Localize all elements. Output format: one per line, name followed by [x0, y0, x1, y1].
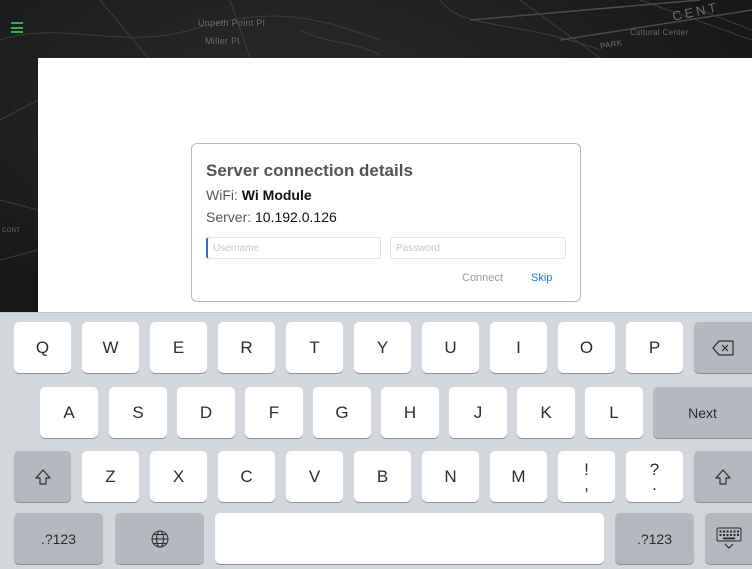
key-c[interactable]: C — [218, 451, 275, 502]
key-n[interactable]: N — [422, 451, 479, 502]
map-label: Unpeth Point Pl — [198, 18, 266, 28]
key-j[interactable]: J — [449, 387, 507, 438]
key-x[interactable]: X — [150, 451, 207, 502]
key-r[interactable]: R — [218, 322, 275, 373]
key-h[interactable]: H — [381, 387, 439, 438]
shift-key-right[interactable] — [694, 451, 752, 502]
globe-icon — [151, 530, 168, 547]
key-exclamation-comma[interactable]: ! , — [558, 451, 615, 502]
shift-key-left[interactable] — [14, 451, 71, 502]
wifi-value: Wi Module — [241, 187, 312, 203]
key-y[interactable]: Y — [354, 322, 411, 373]
numbers-key-right[interactable]: .?123 — [615, 513, 694, 564]
key-f[interactable]: F — [245, 387, 303, 438]
key-t[interactable]: T — [286, 322, 343, 373]
key-i[interactable]: I — [490, 322, 547, 373]
onscreen-keyboard: Q W E R T Y U I O P A S D F G H J K L Ne… — [0, 312, 752, 569]
key-e[interactable]: E — [150, 322, 207, 373]
connect-button[interactable]: Connect — [462, 272, 503, 284]
dismiss-keyboard-key[interactable] — [705, 513, 752, 564]
server-value: 10.192.0.126 — [255, 209, 337, 225]
key-p[interactable]: P — [626, 322, 683, 373]
key-a[interactable]: A — [40, 387, 98, 438]
key-m[interactable]: M — [490, 451, 547, 502]
key-d[interactable]: D — [177, 387, 235, 438]
password-input[interactable] — [390, 237, 566, 259]
key-k[interactable]: K — [517, 387, 575, 438]
globe-key[interactable] — [115, 513, 204, 564]
key-w[interactable]: W — [82, 322, 139, 373]
key-u[interactable]: U — [422, 322, 479, 373]
shift-icon — [34, 468, 51, 485]
space-key[interactable] — [215, 513, 604, 564]
map-label: Miller Pl — [205, 36, 240, 46]
wifi-label: WiFi: — [206, 187, 238, 203]
server-label: Server: — [206, 209, 252, 225]
next-key[interactable]: Next — [653, 387, 752, 438]
server-connection-dialog: Server connection details WiFi: Wi Modul… — [191, 143, 581, 302]
backspace-icon — [712, 339, 734, 356]
shift-icon — [715, 468, 731, 485]
key-s[interactable]: S — [109, 387, 167, 438]
numbers-key-left[interactable]: .?123 — [14, 513, 103, 564]
key-b[interactable]: B — [354, 451, 411, 502]
key-q[interactable]: Q — [14, 322, 71, 373]
keyboard-dismiss-icon — [716, 527, 741, 549]
key-secondary-char: , — [584, 474, 589, 494]
key-secondary-char: . — [652, 474, 657, 494]
skip-button[interactable]: Skip — [531, 272, 552, 284]
dialog-title: Server connection details — [206, 161, 413, 180]
key-l[interactable]: L — [585, 387, 643, 438]
key-o[interactable]: O — [558, 322, 615, 373]
hamburger-menu-icon[interactable] — [11, 22, 23, 33]
map-label: CONT — [2, 228, 21, 234]
backspace-key[interactable] — [694, 322, 752, 373]
key-g[interactable]: G — [313, 387, 371, 438]
username-input[interactable] — [206, 237, 381, 259]
server-row: Server: 10.192.0.126 — [206, 209, 337, 225]
key-z[interactable]: Z — [82, 451, 139, 502]
map-label: Cultural Center — [630, 28, 689, 37]
wifi-row: WiFi: Wi Module — [206, 187, 312, 203]
key-v[interactable]: V — [286, 451, 343, 502]
key-question-period[interactable]: ? . — [626, 451, 683, 502]
